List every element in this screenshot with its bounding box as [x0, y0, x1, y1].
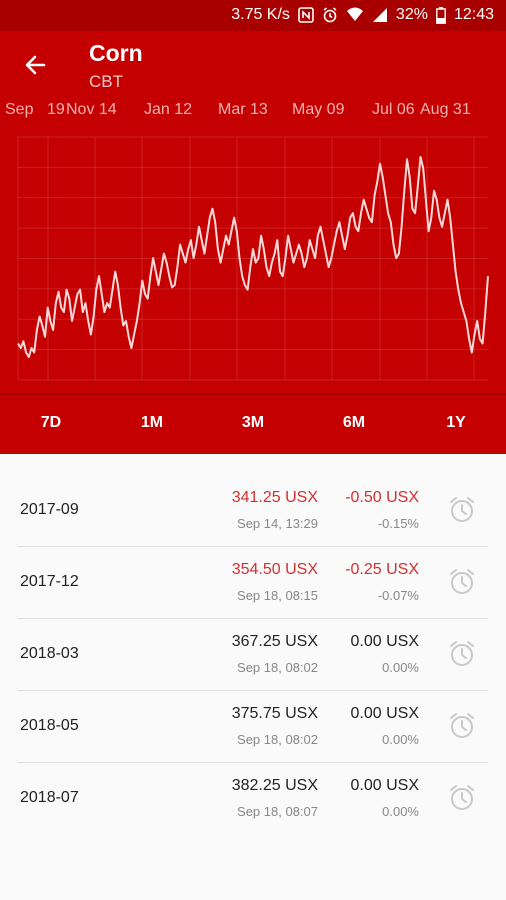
price-chart[interactable] — [0, 95, 506, 395]
price-change: -0.25 USX — [345, 561, 419, 578]
range-3m-button[interactable]: 3M — [242, 414, 264, 432]
contract-row[interactable]: 2018-05 375.75 USX Sep 18, 08:02 0.00 USX 0.… — [0, 690, 506, 763]
contract-price: 354.50 USX — [231, 561, 318, 578]
back-arrow-icon[interactable] — [22, 51, 50, 79]
contract-month: 2018-07 — [20, 789, 79, 806]
alarm-clock-icon[interactable] — [447, 567, 477, 597]
price-series-line — [17, 156, 489, 358]
range-7d-button[interactable]: 7D — [41, 414, 61, 432]
contract-row[interactable]: 2017-09 341.25 USX Sep 14, 13:29 -0.50 USX -… — [0, 474, 506, 547]
change-percent: 0.00% — [382, 660, 419, 675]
contract-month: 2018-03 — [20, 645, 79, 662]
contract-list: 2017-09 341.25 USX Sep 14, 13:29 -0.50 USX -… — [0, 474, 506, 834]
price-change: 0.00 USX — [350, 705, 419, 722]
contract-month: 2017-09 — [20, 501, 79, 518]
chart-panel: Sep 19 Nov 14 Jan 12 Mar 13 May 09 Jul 0… — [0, 95, 506, 395]
nfc-icon — [298, 7, 314, 23]
contract-row[interactable]: 2018-07 382.25 USX Sep 18, 08:07 0.00 USX 0.… — [0, 762, 506, 834]
range-6m-button[interactable]: 6M — [343, 414, 365, 432]
contract-month: 2017-12 — [20, 573, 79, 590]
page-title: Corn — [89, 40, 143, 66]
status-bar: 3.75 K/s 32% 12:43 — [0, 0, 506, 31]
contract-price: 367.25 USX — [231, 633, 318, 650]
status-right: 3.75 K/s 32% 12:43 — [231, 6, 494, 24]
signal-icon — [372, 7, 388, 23]
range-1m-button[interactable]: 1M — [141, 414, 163, 432]
alarm-clock-icon[interactable] — [447, 711, 477, 741]
contract-row[interactable]: 2018-03 367.25 USX Sep 18, 08:02 0.00 USX 0.… — [0, 618, 506, 691]
network-speed: 3.75 K/s — [231, 6, 290, 23]
change-percent: -0.07% — [377, 588, 419, 603]
contract-price: 375.75 USX — [231, 705, 318, 722]
price-change: 0.00 USX — [350, 633, 419, 650]
contract-price: 341.25 USX — [231, 489, 318, 506]
contract-row[interactable]: 2017-12 354.50 USX Sep 18, 08:15 -0.25 USX -… — [0, 546, 506, 619]
price-time: Sep 18, 08:07 — [237, 804, 318, 819]
alarm-status-icon — [322, 7, 338, 23]
price-time: Sep 18, 08:02 — [237, 660, 318, 675]
alarm-clock-icon[interactable] — [447, 639, 477, 669]
price-change: -0.50 USX — [345, 489, 419, 506]
alarm-clock-icon[interactable] — [447, 495, 477, 525]
price-change: 0.00 USX — [350, 777, 419, 794]
contract-month: 2018-05 — [20, 717, 79, 734]
exchange-subtitle: CBT — [89, 72, 123, 91]
app-bar: Corn CBT — [0, 31, 506, 95]
change-percent: 0.00% — [382, 732, 419, 747]
price-time: Sep 14, 13:29 — [237, 516, 318, 531]
contract-price: 382.25 USX — [231, 777, 318, 794]
change-percent: 0.00% — [382, 804, 419, 819]
battery-percent: 32% — [395, 6, 428, 23]
range-selector: 7D 1M 3M 6M 1Y — [0, 395, 506, 454]
change-percent: -0.15% — [377, 516, 419, 531]
battery-icon — [436, 6, 446, 24]
price-time: Sep 18, 08:02 — [237, 732, 318, 747]
price-time: Sep 18, 08:15 — [237, 588, 318, 603]
wifi-icon — [346, 7, 364, 23]
clock: 12:43 — [453, 6, 494, 23]
range-1y-button[interactable]: 1Y — [446, 414, 466, 432]
alarm-clock-icon[interactable] — [447, 783, 477, 813]
